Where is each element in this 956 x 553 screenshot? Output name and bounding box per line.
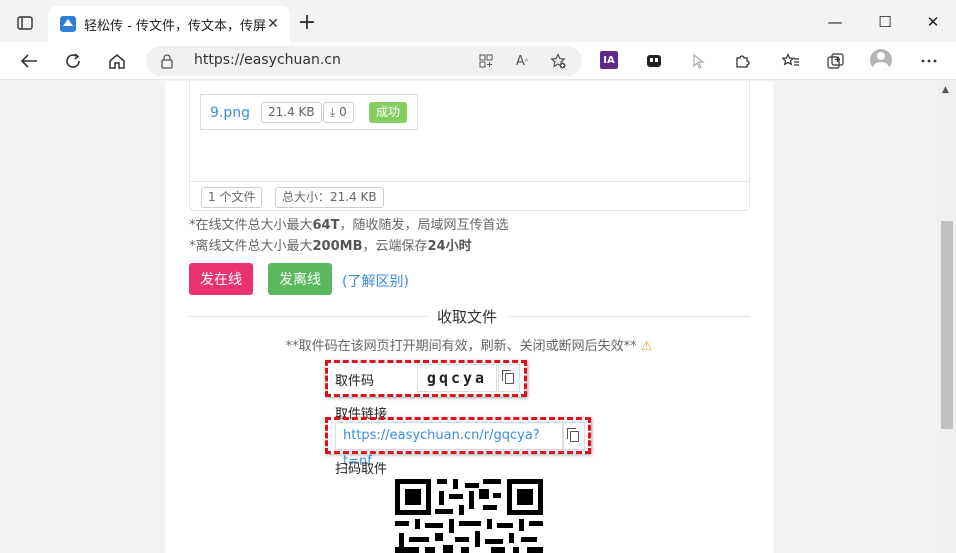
qr-label: 扫码取件 (335, 462, 388, 477)
url-text: https://easychuan.cn (194, 52, 341, 68)
send-online-button[interactable]: 发在线 (189, 263, 253, 295)
qr-code-image (395, 479, 543, 553)
learn-difference-link[interactable]: (了解区别) (342, 271, 409, 291)
maximize-button[interactable]: ☐ (862, 8, 908, 36)
browser-window: 轻松传 - 传文件，传文本，传屏幕 ✕ + — ☐ ✕ https://easy… (0, 0, 956, 553)
tab-actions-icon[interactable] (12, 12, 38, 34)
send-offline-button[interactable]: 发离线 (268, 263, 332, 295)
code-highlight-box (325, 360, 527, 397)
extensions-puzzle-icon[interactable] (731, 50, 753, 72)
page-viewport: 9.png 21.4 KB ⤓ 0 成功 1 个文件 总大小：21.4 KB *… (0, 81, 938, 553)
add-favorite-icon[interactable] (548, 51, 568, 71)
download-icon: ⤓ (330, 105, 336, 119)
new-tab-button[interactable]: + (296, 12, 318, 34)
more-menu-icon[interactable] (918, 50, 940, 72)
file-count-badge: 1 个文件 (201, 187, 263, 208)
minimize-button[interactable]: — (812, 8, 858, 36)
tab-title: 轻松传 - 传文件，传文本，传屏幕 (84, 18, 266, 34)
back-icon[interactable] (18, 50, 40, 72)
note-text: *离线文件总大小最大 (189, 239, 313, 254)
favorites-icon[interactable] (780, 50, 802, 72)
status-badge: 成功 (369, 102, 408, 123)
tab-bar: 轻松传 - 传文件，传文本，传屏幕 ✕ + — ☐ ✕ (0, 0, 956, 42)
profile-avatar[interactable] (870, 49, 892, 71)
link-highlight-box (325, 417, 591, 454)
warning-icon: ⚠ (640, 339, 653, 354)
refresh-icon[interactable] (62, 50, 84, 72)
ia-extension-icon[interactable]: IA (600, 51, 618, 69)
file-item: 9.png 21.4 KB ⤓ 0 成功 (200, 94, 418, 130)
lock-icon (160, 53, 176, 69)
tab-close-icon[interactable]: ✕ (264, 15, 282, 33)
note-text: *在线文件总大小最大 (189, 218, 313, 233)
note-text: ，随收随发，局域网互传首选 (339, 218, 509, 233)
file-summary-bar: 1 个文件 总大小：21.4 KB (190, 181, 749, 210)
scrollbar-thumb[interactable] (941, 221, 953, 429)
download-count-badge: ⤓ 0 (323, 102, 354, 123)
site-favicon-icon (60, 16, 76, 32)
upload-file-box: 9.png 21.4 KB ⤓ 0 成功 1 个文件 总大小：21.4 KB (189, 81, 750, 211)
offline-limit-note: *离线文件总大小最大200MB，云端保存24小时 (189, 235, 472, 254)
scroll-up-icon[interactable]: ▲ (942, 85, 949, 95)
browser-toolbar: https://easychuan.cn Aᴬ IA (0, 42, 956, 80)
home-icon[interactable] (106, 50, 128, 72)
note-bold: 200MB (312, 239, 363, 254)
address-bar[interactable]: https://easychuan.cn Aᴬ (146, 46, 582, 76)
collections-icon[interactable] (825, 50, 847, 72)
total-size-badge: 总大小：21.4 KB (275, 187, 384, 208)
extension-dark-icon[interactable] (643, 50, 665, 72)
note-bold: 64T (312, 218, 340, 233)
receive-note-text: **取件码在该网页打开期间有效，刷新、关闭或断网后失效** (285, 339, 637, 354)
cursor-extension-icon[interactable] (688, 50, 710, 72)
app-available-icon[interactable] (476, 51, 496, 71)
online-limit-note: *在线文件总大小最大64T，随收随发，局域网互传首选 (189, 214, 509, 233)
note-text: ，云端保存 (362, 239, 428, 254)
file-size-badge: 21.4 KB (261, 102, 322, 123)
main-content: 9.png 21.4 KB ⤓ 0 成功 1 个文件 总大小：21.4 KB *… (165, 81, 773, 553)
read-aloud-icon[interactable]: Aᴬ (512, 51, 532, 71)
receive-section-title: 收取文件 (427, 306, 508, 327)
close-window-button[interactable]: ✕ (910, 8, 956, 36)
receive-note: **取件码在该网页打开期间有效，刷新、关闭或断网后失效** ⚠ (165, 335, 773, 354)
vertical-scrollbar[interactable]: ▲ (938, 81, 956, 553)
tab-active[interactable]: 轻松传 - 传文件，传文本，传屏幕 ✕ (48, 6, 290, 42)
download-count: 0 (339, 105, 347, 119)
file-name-link[interactable]: 9.png (210, 105, 250, 121)
note-bold: 24小时 (427, 239, 472, 254)
